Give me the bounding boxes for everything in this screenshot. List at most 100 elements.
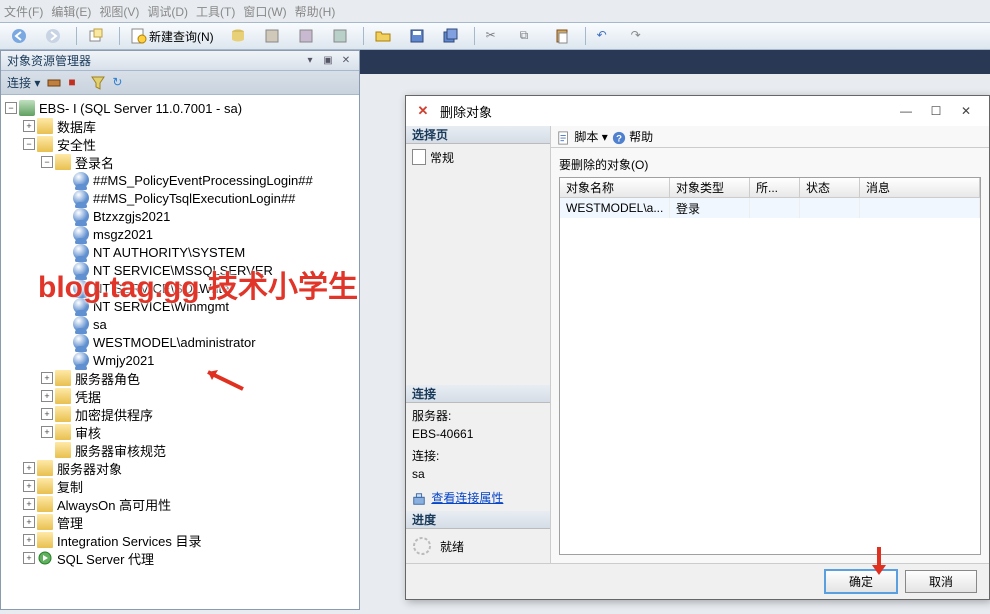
open-button[interactable]	[368, 25, 400, 47]
tb-ico-4[interactable]	[325, 25, 357, 47]
menu-view[interactable]: 视图(V)	[99, 3, 139, 20]
undo-button[interactable]: ↶	[590, 25, 622, 47]
expand-icon[interactable]: +	[23, 462, 35, 474]
login-item[interactable]: NT SERVICE\MSSQLSERVER	[93, 263, 273, 278]
dialog-right-pane: 脚本 ▾ ? 帮助 要删除的对象(O) 对象名称 对象类型 所... 状态 消息…	[551, 126, 989, 563]
dialog-title: 删除对象	[440, 102, 492, 121]
login-icon	[73, 226, 89, 242]
alwayson-node[interactable]: AlwaysOn 高可用性	[57, 495, 171, 514]
expand-icon[interactable]: +	[23, 120, 35, 132]
menu-file[interactable]: 文件(F)	[4, 3, 43, 20]
login-item[interactable]: ##MS_PolicyTsqlExecutionLogin##	[93, 191, 295, 206]
tb-ico-2[interactable]	[257, 25, 289, 47]
server-objects-node[interactable]: 服务器对象	[57, 459, 122, 478]
cancel-button[interactable]: 取消	[905, 570, 977, 593]
login-item[interactable]: Wmjy2021	[93, 353, 154, 368]
expand-icon[interactable]: +	[41, 372, 53, 384]
login-item[interactable]: msgz2021	[93, 227, 153, 242]
forward-button[interactable]	[38, 25, 70, 47]
close-button[interactable]: ✕	[951, 100, 981, 122]
login-item[interactable]: NT SERVICE\Winmgmt	[93, 299, 229, 314]
folder-icon	[55, 154, 71, 170]
new-query-button[interactable]: 新建查询(N)	[124, 25, 221, 47]
col-owner[interactable]: 所...	[750, 178, 800, 197]
login-item[interactable]: Btzxzgjs2021	[93, 209, 170, 224]
dialog-titlebar[interactable]: ✕ 删除对象 — ☐ ✕	[406, 96, 989, 126]
view-connection-props-link[interactable]: 查看连接属性	[412, 489, 544, 507]
minimize-button[interactable]: —	[891, 100, 921, 122]
collapse-icon[interactable]: −	[5, 102, 17, 114]
expand-icon[interactable]: +	[23, 516, 35, 528]
security-node[interactable]: 安全性	[57, 135, 96, 154]
back-button[interactable]	[4, 25, 36, 47]
ok-button[interactable]: 确定	[825, 570, 897, 593]
folder-icon	[37, 496, 53, 512]
cut-button[interactable]: ✂	[479, 25, 511, 47]
audit-spec-node[interactable]: 服务器审核规范	[75, 441, 166, 460]
object-explorer-tree[interactable]: − EBS- I (SQL Server 11.0.7001 - sa) + 数据库…	[1, 95, 359, 609]
table-row[interactable]: WESTMODEL\a... 登录	[560, 198, 980, 218]
pin-icon[interactable]: ▣	[321, 54, 335, 68]
copy-button[interactable]: ⧉	[513, 25, 545, 47]
folder-icon	[37, 136, 53, 152]
filter-icon[interactable]	[90, 75, 106, 91]
paste-button[interactable]	[547, 25, 579, 47]
folder-icon	[37, 532, 53, 548]
script-button[interactable]: 脚本 ▾	[557, 128, 608, 145]
credentials-node[interactable]: 凭据	[75, 387, 101, 406]
expand-icon[interactable]: +	[41, 426, 53, 438]
integration-node[interactable]: Integration Services 目录	[57, 531, 202, 550]
crypto-node[interactable]: 加密提供程序	[75, 405, 153, 424]
replication-node[interactable]: 复制	[57, 477, 83, 496]
cell-status	[800, 198, 860, 218]
col-status[interactable]: 状态	[800, 178, 860, 197]
menu-window[interactable]: 窗口(W)	[243, 3, 286, 20]
delete-objects-table[interactable]: 对象名称 对象类型 所... 状态 消息 WESTMODEL\a... 登录	[559, 177, 981, 555]
dropdown-icon[interactable]: ▾	[303, 54, 317, 68]
disconnect-icon[interactable]	[46, 75, 62, 91]
collapse-icon[interactable]: −	[23, 138, 35, 150]
save-all-button[interactable]	[436, 25, 468, 47]
menu-debug[interactable]: 调试(D)	[147, 3, 188, 20]
expand-icon[interactable]: +	[23, 498, 35, 510]
databases-node[interactable]: 数据库	[57, 117, 96, 136]
login-item[interactable]: NT SERVICE\SQLWriter	[93, 281, 234, 296]
tb-ico-3[interactable]	[291, 25, 323, 47]
col-type[interactable]: 对象类型	[670, 178, 750, 197]
login-item[interactable]: ##MS_PolicyEventProcessingLogin##	[93, 173, 313, 188]
expand-icon[interactable]: +	[41, 390, 53, 402]
agent-node[interactable]: SQL Server 代理	[57, 549, 154, 568]
expand-icon[interactable]: +	[23, 480, 35, 492]
stop-icon[interactable]: ■	[68, 75, 84, 91]
server-roles-node[interactable]: 服务器角色	[75, 369, 140, 388]
expand-icon[interactable]: +	[23, 534, 35, 546]
login-item[interactable]: NT AUTHORITY\SYSTEM	[93, 245, 245, 260]
redo-button[interactable]: ↷	[624, 25, 656, 47]
col-name[interactable]: 对象名称	[560, 178, 670, 197]
management-node[interactable]: 管理	[57, 513, 83, 532]
audit-node[interactable]: 审核	[75, 423, 101, 442]
close-icon[interactable]: ✕	[339, 54, 353, 68]
delete-object-dialog: ✕ 删除对象 — ☐ ✕ 选择页 常规 连接 服务器: EBS-40661 连接…	[405, 95, 990, 600]
db-query-button[interactable]	[223, 25, 255, 47]
expand-icon[interactable]: +	[23, 552, 35, 564]
page-general[interactable]: 常规	[412, 148, 544, 166]
object-explorer-panel: 对象资源管理器 ▾ ▣ ✕ 连接 ▾ ■ ↻ −EBS- I (SQL Serv…	[0, 50, 360, 610]
cell-type: 登录	[670, 198, 750, 218]
server-node[interactable]: EBS- I (SQL Server 11.0.7001 - sa)	[39, 101, 242, 116]
connect-button[interactable]: 连接 ▾	[7, 74, 40, 91]
logins-node[interactable]: 登录名	[75, 153, 114, 172]
refresh-icon[interactable]: ↻	[112, 75, 128, 91]
save-button[interactable]	[402, 25, 434, 47]
menu-edit[interactable]: 编辑(E)	[51, 3, 91, 20]
menu-help[interactable]: 帮助(H)	[295, 3, 336, 20]
new-project-button[interactable]	[81, 25, 113, 47]
expand-icon[interactable]: +	[41, 408, 53, 420]
login-item-selected[interactable]: WESTMODEL\administrator	[93, 335, 256, 350]
maximize-button[interactable]: ☐	[921, 100, 951, 122]
collapse-icon[interactable]: −	[41, 156, 53, 168]
menu-tools[interactable]: 工具(T)	[196, 3, 235, 20]
col-message[interactable]: 消息	[860, 178, 980, 197]
help-button[interactable]: ? 帮助	[612, 128, 653, 145]
login-item[interactable]: sa	[93, 317, 107, 332]
